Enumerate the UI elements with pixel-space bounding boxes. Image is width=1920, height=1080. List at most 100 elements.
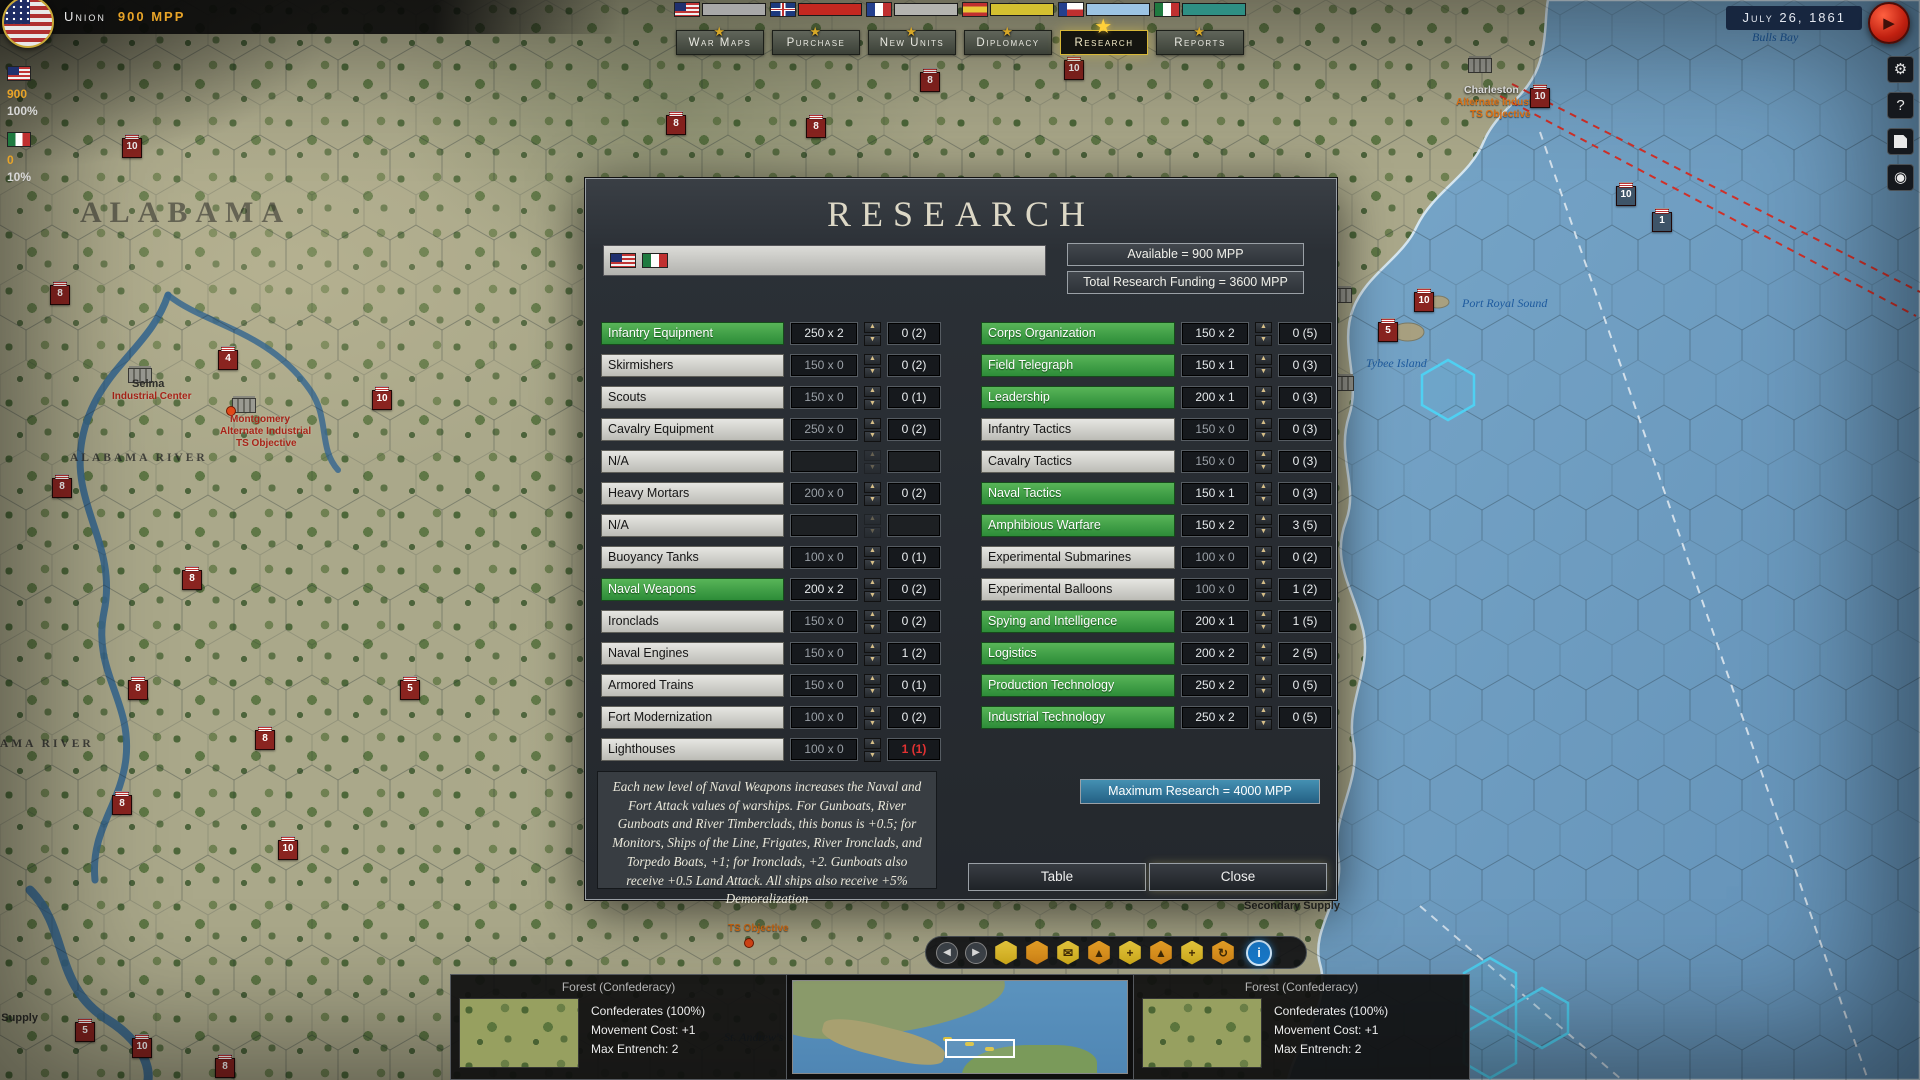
info-toggle-icon[interactable]: i <box>1246 940 1272 966</box>
research-item-label[interactable]: Corps Organization <box>981 322 1175 345</box>
research-item-label[interactable]: Production Technology <box>981 674 1175 697</box>
spinner-up-icon[interactable]: ▲ <box>864 546 881 557</box>
spinner-down-icon[interactable]: ▼ <box>864 335 881 346</box>
spinner-up-icon[interactable]: ▲ <box>864 482 881 493</box>
mail-icon[interactable]: ✉ <box>1056 941 1080 965</box>
diplomacy-flag-mexico[interactable] <box>1154 2 1246 17</box>
research-item-label[interactable]: Experimental Balloons <box>981 578 1175 601</box>
mexico-flag-icon[interactable] <box>642 253 668 268</box>
research-item-label[interactable]: Spying and Intelligence <box>981 610 1175 633</box>
usa-flag-icon[interactable] <box>610 253 636 268</box>
settings-gear-icon[interactable]: ⚙ <box>1887 56 1914 83</box>
add-unit-icon[interactable]: + <box>1180 941 1204 965</box>
unit-badge[interactable]: 10 <box>122 138 142 158</box>
research-item-label[interactable]: Skirmishers <box>601 354 784 377</box>
upgrade-icon[interactable]: ▲ <box>1087 941 1111 965</box>
research-item-label[interactable]: Heavy Mortars <box>601 482 784 505</box>
spinner-down-icon[interactable]: ▼ <box>864 559 881 570</box>
unit-badge[interactable]: 8 <box>182 570 202 590</box>
unit-badge[interactable]: 8 <box>215 1058 235 1078</box>
unit-badge[interactable]: 5 <box>75 1022 95 1042</box>
table-button[interactable]: Table <box>968 863 1146 891</box>
spinner-up-icon[interactable]: ▲ <box>864 514 881 525</box>
transport-icon[interactable]: ▲ <box>1149 941 1173 965</box>
fleet-badge[interactable]: 1 <box>1652 212 1672 232</box>
unit-badge[interactable]: 8 <box>920 72 940 92</box>
research-item-label[interactable]: Lighthouses <box>601 738 784 761</box>
spinner-up-icon[interactable]: ▲ <box>1255 418 1272 429</box>
research-item-label[interactable]: Ironclads <box>601 610 784 633</box>
unit-badge[interactable]: 10 <box>372 390 392 410</box>
spinner-up-icon[interactable]: ▲ <box>864 578 881 589</box>
diplomacy-flag-france[interactable] <box>866 2 958 17</box>
spinner-up-icon[interactable]: ▲ <box>864 610 881 621</box>
research-item-label[interactable]: Buoyancy Tanks <box>601 546 784 569</box>
spinner-up-icon[interactable]: ▲ <box>864 322 881 333</box>
spinner-down-icon[interactable]: ▼ <box>1255 687 1272 698</box>
spinner-up-icon[interactable]: ▲ <box>1255 482 1272 493</box>
unit-badge[interactable]: 8 <box>255 730 275 750</box>
unit-badge[interactable]: 10 <box>1414 292 1434 312</box>
research-item-label[interactable]: Leadership <box>981 386 1175 409</box>
menu-reports-button[interactable]: ★Reports <box>1156 30 1244 55</box>
spinner-up-icon[interactable]: ▲ <box>1255 514 1272 525</box>
spinner-down-icon[interactable]: ▼ <box>1255 367 1272 378</box>
research-item-label[interactable]: Scouts <box>601 386 784 409</box>
diplomacy-flag-spain[interactable] <box>962 2 1054 17</box>
unit-badge[interactable]: 5 <box>400 680 420 700</box>
undo-icon[interactable]: ↻ <box>1211 941 1235 965</box>
spinner-down-icon[interactable]: ▼ <box>864 655 881 666</box>
research-item-label[interactable]: Amphibious Warfare <box>981 514 1175 537</box>
menu-war-maps-button[interactable]: ★War Maps <box>676 30 764 55</box>
production-hex-icon[interactable] <box>994 941 1018 965</box>
unit-badge[interactable]: 10 <box>132 1038 152 1058</box>
spinner-down-icon[interactable]: ▼ <box>864 463 881 474</box>
unit-badge[interactable]: 5 <box>1378 322 1398 342</box>
research-item-label[interactable]: Cavalry Equipment <box>601 418 784 441</box>
minimap[interactable] <box>792 980 1128 1074</box>
spinner-down-icon[interactable]: ▼ <box>864 751 881 762</box>
spinner-up-icon[interactable]: ▲ <box>864 706 881 717</box>
research-item-label[interactable]: Industrial Technology <box>981 706 1175 729</box>
minimap-viewport[interactable] <box>945 1039 1015 1058</box>
spinner-up-icon[interactable]: ▲ <box>1255 322 1272 333</box>
spinner-up-icon[interactable]: ▲ <box>864 354 881 365</box>
research-item-label[interactable]: N/A <box>601 450 784 473</box>
fleet-badge[interactable]: 10 <box>1616 186 1636 206</box>
spinner-up-icon[interactable]: ▲ <box>1255 706 1272 717</box>
unit-badge[interactable]: 10 <box>278 840 298 860</box>
spinner-up-icon[interactable]: ▲ <box>864 642 881 653</box>
research-item-label[interactable]: Infantry Tactics <box>981 418 1175 441</box>
diplomacy-flag-britain[interactable] <box>770 2 862 17</box>
spinner-up-icon[interactable]: ▲ <box>864 738 881 749</box>
spinner-down-icon[interactable]: ▼ <box>1255 591 1272 602</box>
unit-badge[interactable]: 8 <box>112 795 132 815</box>
next-unit-button[interactable]: ▶ <box>965 942 987 964</box>
spinner-down-icon[interactable]: ▼ <box>864 495 881 506</box>
research-item-label[interactable]: Fort Modernization <box>601 706 784 729</box>
unit-badge[interactable]: 10 <box>1530 88 1550 108</box>
prev-unit-button[interactable]: ◀ <box>936 942 958 964</box>
research-item-label[interactable]: Field Telegraph <box>981 354 1175 377</box>
menu-new-units-button[interactable]: ★New Units <box>868 30 956 55</box>
spinner-up-icon[interactable]: ▲ <box>864 386 881 397</box>
unit-badge[interactable]: 10 <box>1064 60 1084 80</box>
diplomacy-flag-usa[interactable] <box>674 2 766 17</box>
research-item-label[interactable]: Experimental Submarines <box>981 546 1175 569</box>
spinner-up-icon[interactable]: ▲ <box>1255 386 1272 397</box>
spinner-down-icon[interactable]: ▼ <box>864 591 881 602</box>
spinner-down-icon[interactable]: ▼ <box>864 527 881 538</box>
save-icon[interactable] <box>1887 128 1914 155</box>
spinner-down-icon[interactable]: ▼ <box>864 687 881 698</box>
spinner-down-icon[interactable]: ▼ <box>1255 655 1272 666</box>
spinner-down-icon[interactable]: ▼ <box>864 431 881 442</box>
unit-badge[interactable]: 8 <box>128 680 148 700</box>
spinner-up-icon[interactable]: ▲ <box>864 450 881 461</box>
unit-badge[interactable]: 8 <box>666 115 686 135</box>
unit-badge[interactable]: 8 <box>50 285 70 305</box>
spinner-down-icon[interactable]: ▼ <box>1255 463 1272 474</box>
spinner-down-icon[interactable]: ▼ <box>864 399 881 410</box>
spinner-up-icon[interactable]: ▲ <box>1255 450 1272 461</box>
research-item-label[interactable]: N/A <box>601 514 784 537</box>
research-item-label[interactable]: Infantry Equipment <box>601 322 784 345</box>
